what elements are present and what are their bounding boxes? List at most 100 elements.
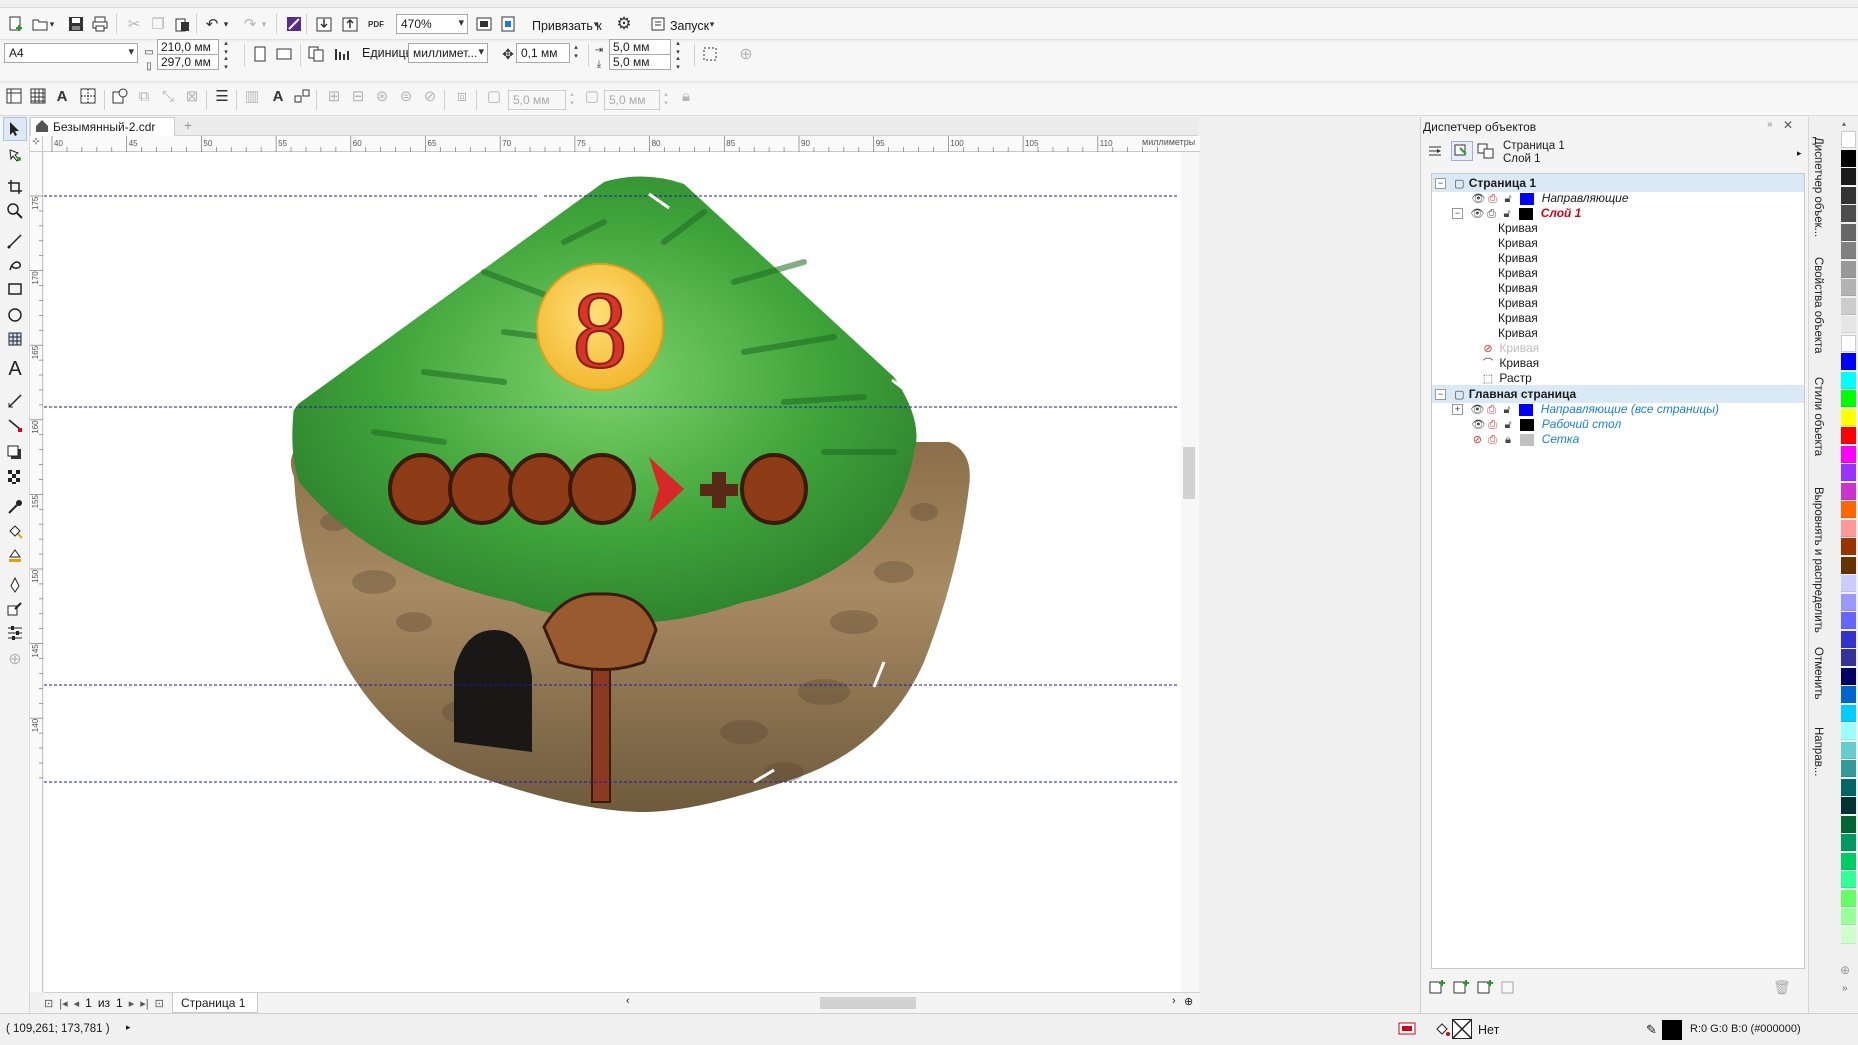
outline-color-swatch[interactable] xyxy=(1662,1020,1682,1040)
palette-swatch[interactable] xyxy=(1841,168,1856,185)
search-content-icon[interactable] xyxy=(282,12,306,36)
new-layer-icon[interactable] xyxy=(1429,979,1447,998)
corner-radius-a-field[interactable]: 5,0 мм xyxy=(508,90,566,110)
palette-swatch[interactable] xyxy=(1841,889,1856,907)
effects-icon[interactable] xyxy=(108,84,132,108)
connector-tool-icon[interactable] xyxy=(3,413,27,437)
page-size-dropdown[interactable]: A4 xyxy=(4,43,138,63)
scroll-right-icon[interactable]: › xyxy=(1172,995,1176,1007)
vertical-scroll-thumb[interactable] xyxy=(1183,447,1195,499)
text-tool-icon[interactable]: A xyxy=(50,84,74,108)
open-dropdown-icon[interactable]: ▾ xyxy=(46,12,58,36)
align-text-icon[interactable]: ☰ xyxy=(210,84,234,108)
palette-swatch[interactable] xyxy=(1841,408,1856,426)
printer-icon[interactable]: ⎙ xyxy=(1486,205,1498,223)
export-icon[interactable] xyxy=(338,12,362,36)
page-width-spinner[interactable]: ▴ ▾ xyxy=(220,39,232,56)
corner-round-icon[interactable]: ▢ xyxy=(482,84,506,108)
eye-icon[interactable]: 👁︎ xyxy=(1470,205,1484,223)
lock-icon[interactable]: 🔒︎ xyxy=(1502,431,1514,449)
add-page-after-icon[interactable]: ⊡ xyxy=(155,997,164,1010)
publish-pdf-icon[interactable]: PDF xyxy=(364,12,388,36)
palette-swatch[interactable] xyxy=(1841,445,1856,463)
settings-sliders-icon[interactable] xyxy=(3,621,27,645)
ruler-origin-icon[interactable]: ⊹ xyxy=(30,136,43,152)
crop-icon[interactable]: ⊠ xyxy=(180,84,204,108)
palette-swatch[interactable] xyxy=(1841,815,1856,833)
page-height-field[interactable]: 297,0 мм xyxy=(157,54,219,70)
palette-swatch[interactable] xyxy=(1841,223,1856,241)
palette-swatch[interactable] xyxy=(1841,871,1856,888)
palette-swatch[interactable] xyxy=(1841,427,1856,444)
tab-guides[interactable]: Направ... xyxy=(1812,727,1824,776)
palette-scroll-up-icon[interactable]: ▴ xyxy=(1842,119,1846,128)
trim-icon[interactable]: ⊟ xyxy=(346,84,370,108)
palette-swatch[interactable] xyxy=(1841,741,1856,759)
delete-icon[interactable]: 🗑︎ xyxy=(1773,979,1791,996)
eyedropper-tool-icon[interactable] xyxy=(3,495,27,519)
shape-tool-icon[interactable] xyxy=(3,143,27,167)
duplicate-y-spinner[interactable]: ▴ ▾ xyxy=(672,54,684,71)
palette-swatch[interactable] xyxy=(1841,538,1856,555)
palette-swatch[interactable] xyxy=(1841,760,1856,777)
docker-collapse-icon[interactable]: » xyxy=(1767,119,1773,130)
fill-bucket-icon[interactable] xyxy=(1434,1021,1450,1040)
collapse-icon[interactable]: − xyxy=(1435,178,1446,190)
palette-swatch[interactable] xyxy=(1841,575,1856,592)
text-tool-left-icon[interactable]: A xyxy=(3,357,27,381)
palette-swatch[interactable] xyxy=(1841,926,1856,944)
cut-icon[interactable]: ✂ xyxy=(122,12,146,36)
palette-swatch[interactable] xyxy=(1841,778,1856,796)
options-gear-icon[interactable]: ⚙ xyxy=(612,12,636,36)
columns-icon[interactable]: ▥ xyxy=(240,84,264,108)
boundary-icon[interactable]: ⧈ xyxy=(450,84,474,108)
link-icon[interactable] xyxy=(290,84,314,108)
palette-swatch[interactable] xyxy=(1841,667,1856,685)
nudge-spinner[interactable]: ▴ ▾ xyxy=(570,43,582,63)
rulers-toggle-icon[interactable] xyxy=(2,84,26,108)
prev-page-icon[interactable]: ◂ xyxy=(74,997,80,1010)
palette-swatch[interactable] xyxy=(1841,501,1856,518)
tab-object-styles[interactable]: Стили объекта xyxy=(1812,377,1824,456)
expand-icon[interactable]: + xyxy=(1452,404,1463,416)
add-preset-icon[interactable]: ⊕ xyxy=(734,42,758,66)
document-tab[interactable]: Безымянный-2.cdr xyxy=(30,117,175,136)
grid-swatch[interactable] xyxy=(1520,433,1535,446)
view-objects-icon[interactable] xyxy=(1451,141,1473,161)
last-page-icon[interactable]: ▸| xyxy=(140,997,148,1010)
paste-icon[interactable] xyxy=(170,12,194,36)
duplicate-x-spinner[interactable]: ▴ ▾ xyxy=(672,39,684,56)
launch-icon[interactable] xyxy=(646,12,670,36)
palette-swatch[interactable] xyxy=(1841,649,1856,666)
new-master-layer-icon[interactable] xyxy=(1453,979,1471,998)
palette-swatch[interactable] xyxy=(1841,131,1856,148)
new-master-all-icon[interactable] xyxy=(1477,979,1495,998)
current-page-number[interactable]: 1 xyxy=(85,996,92,1010)
zoom-tool-icon[interactable] xyxy=(3,199,27,223)
color-proof-icon[interactable] xyxy=(1398,1021,1416,1040)
palette-swatch[interactable] xyxy=(1841,482,1856,500)
drawing-canvas[interactable]: 8 ^ xyxy=(44,152,1199,992)
palette-swatch[interactable] xyxy=(1841,353,1856,370)
collapse-icon[interactable]: − xyxy=(1435,389,1446,401)
simplify-icon[interactable]: ⊜ xyxy=(394,84,418,108)
interactive-fill-icon[interactable] xyxy=(3,519,27,543)
tab-object-manager[interactable]: Диспетчер объек... xyxy=(1812,137,1824,237)
palette-swatch[interactable] xyxy=(1841,556,1856,574)
palette-swatch[interactable] xyxy=(1841,260,1856,278)
launch-label[interactable]: Запуск xyxy=(670,19,709,33)
snap-dropdown-icon[interactable]: ▾ xyxy=(590,12,602,36)
smart-fill-icon[interactable] xyxy=(3,543,27,567)
text-frame-icon[interactable]: A xyxy=(266,84,290,108)
copy-icon[interactable]: ❐ xyxy=(146,12,170,36)
object-tree[interactable]: − ▢ Страница 1 👁︎ ⎙ 🔓︎ Направляющие − 👁︎… xyxy=(1431,173,1805,969)
palette-swatch[interactable] xyxy=(1841,612,1856,629)
add-page-before-icon[interactable]: ⊡ xyxy=(44,997,53,1010)
palette-swatch[interactable] xyxy=(1841,186,1856,204)
convert-icon[interactable]: ⤡ xyxy=(156,84,180,108)
no-fill-swatch[interactable] xyxy=(1452,1019,1472,1039)
intersect-icon[interactable]: ⊛ xyxy=(370,84,394,108)
palette-swatch[interactable] xyxy=(1841,723,1856,740)
palette-swatch[interactable] xyxy=(1841,297,1856,315)
layer-props-icon[interactable] xyxy=(1427,143,1443,162)
